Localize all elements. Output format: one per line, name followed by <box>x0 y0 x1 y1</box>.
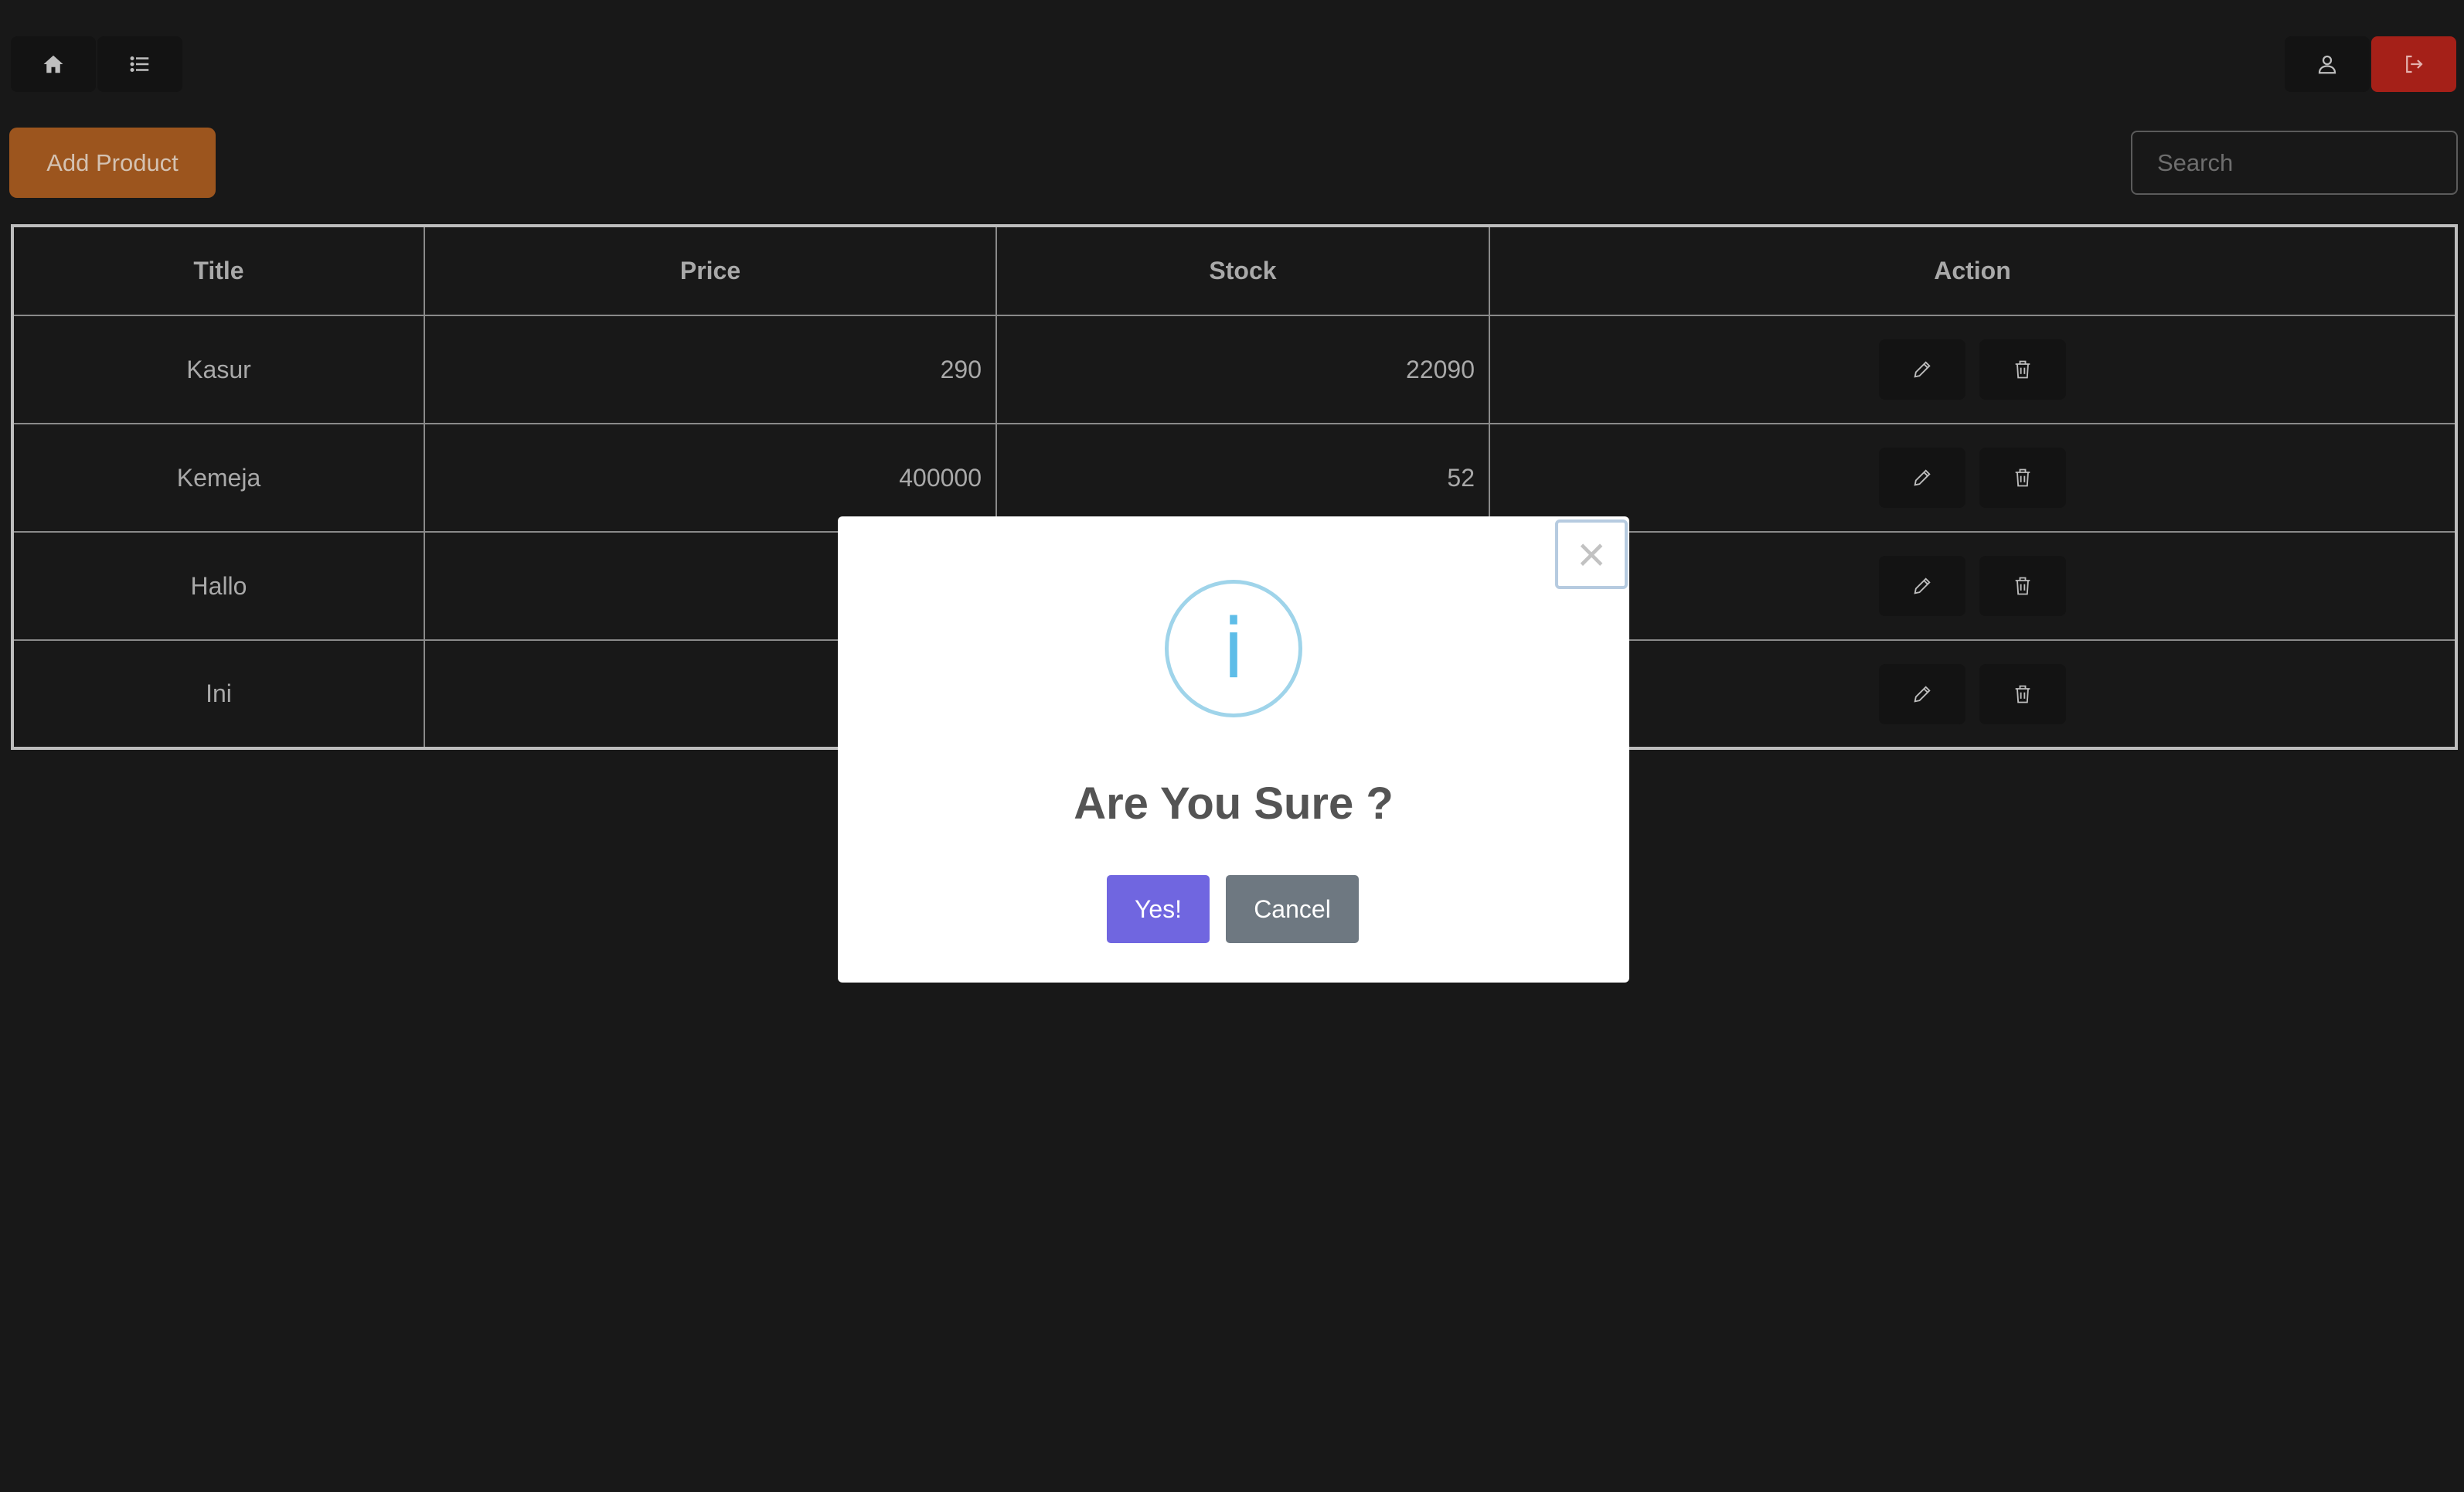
close-button[interactable]: × <box>1555 519 1628 589</box>
confirm-button[interactable]: Yes! <box>1107 875 1210 943</box>
info-icon-glyph: i <box>1222 601 1245 697</box>
page: Add Product Title Price Stock Action Kas… <box>0 0 2464 1492</box>
cancel-button[interactable]: Cancel <box>1226 875 1359 943</box>
confirm-dialog: × i Are You Sure ? Yes! Cancel <box>838 516 1629 983</box>
close-icon: × <box>1577 526 1606 582</box>
dialog-title: Are You Sure ? <box>1074 778 1394 829</box>
info-icon: i <box>1165 580 1302 717</box>
